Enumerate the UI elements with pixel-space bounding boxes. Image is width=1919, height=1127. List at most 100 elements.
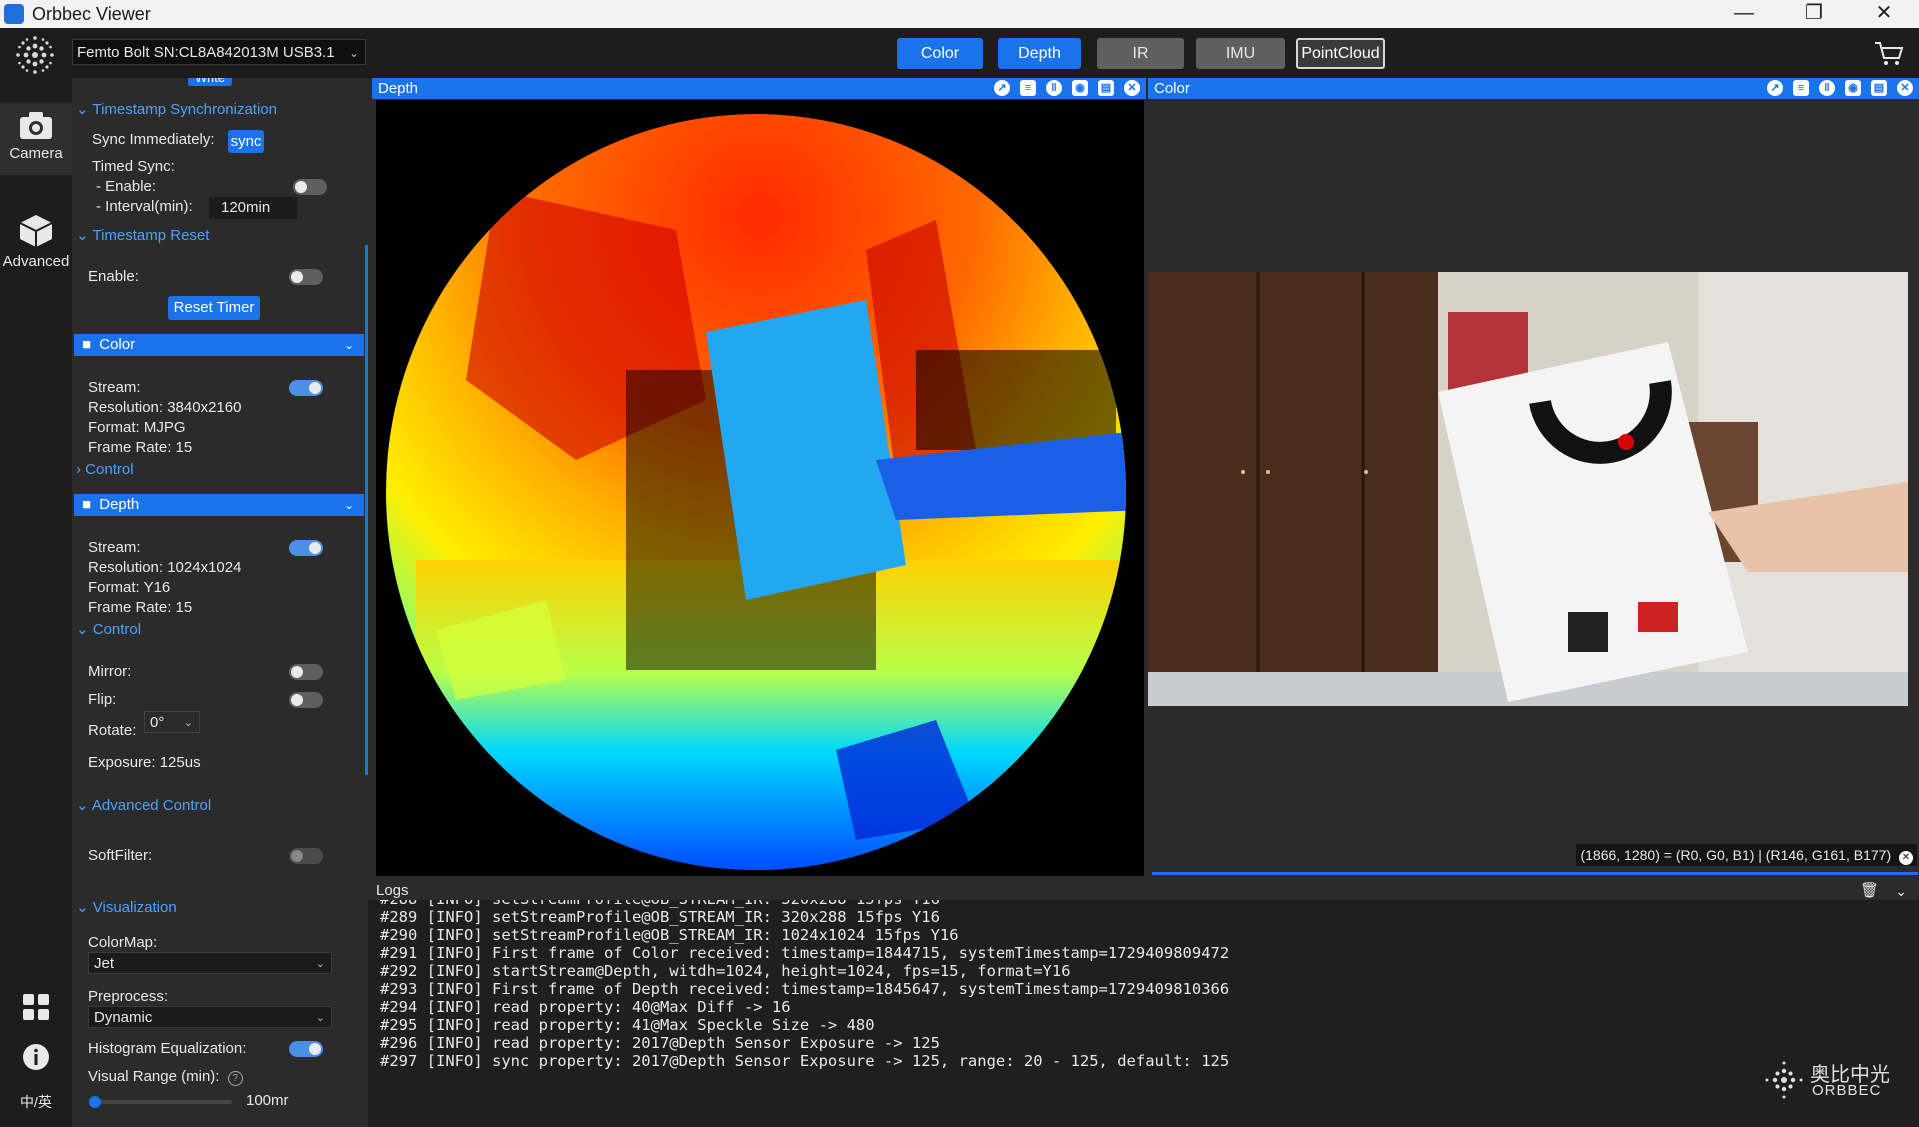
color-control-title: Control (85, 461, 134, 478)
visual-range-slider-track[interactable] (90, 1100, 232, 1104)
rotate-select[interactable]: 0° ⌄ (144, 711, 200, 733)
preprocess-label: Preprocess: (88, 988, 169, 1005)
language-toggle[interactable]: 中/英 (0, 1092, 72, 1112)
trash-icon[interactable]: 🗑 (1860, 882, 1879, 900)
chevron-right-icon: › (76, 461, 86, 478)
timestamp-reset-enable-label: Enable: (88, 268, 139, 285)
chevron-down-icon: ⌄ (76, 797, 92, 814)
depth-stream-toggle[interactable] (289, 540, 323, 556)
histogram-toggle[interactable] (289, 1041, 323, 1057)
flip-label: Flip: (88, 691, 117, 708)
close-button[interactable]: ✕ (1854, 0, 1914, 28)
depth-control-section[interactable]: ⌄ Control (76, 620, 141, 638)
color-section-title: Color (99, 336, 136, 353)
maximize-button[interactable]: ❐ (1784, 0, 1844, 28)
snapshot-icon[interactable]: ◉ (1072, 80, 1088, 96)
chevron-down-icon[interactable]: ⌄ (1895, 882, 1907, 900)
log-line: #296 [INFO] read property: 2017@Depth Se… (380, 1034, 940, 1052)
pointcloud-stream-button[interactable]: PointCloud (1296, 38, 1385, 69)
expand-icon[interactable]: ↗ (994, 80, 1010, 96)
info-panel-icon[interactable]: ≡ (1793, 80, 1809, 96)
window-icon[interactable]: ▤ (1098, 80, 1114, 96)
depth-section-header[interactable]: ■ Depth ⌄ (74, 494, 364, 516)
expand-icon[interactable]: ↗ (1767, 80, 1783, 96)
depth-section-title: Depth (99, 496, 140, 513)
device-select[interactable]: Femto Bolt SN:CL8A842013M USB3.1 ⌄ (72, 39, 366, 65)
visualization-title: Visualization (92, 899, 177, 916)
panel-scrollbar[interactable] (365, 245, 368, 775)
help-icon[interactable]: ? (227, 1071, 243, 1086)
log-line: #290 [INFO] setStreamProfile@OB_STREAM_I… (380, 926, 959, 944)
flip-toggle[interactable] (289, 692, 323, 708)
preprocess-value: Dynamic (94, 1009, 153, 1026)
nav-camera-label: Camera (9, 145, 63, 162)
pause-icon[interactable]: ‖ (1819, 80, 1835, 96)
preprocess-select[interactable]: Dynamic ⌄ (88, 1006, 332, 1028)
close-view-icon[interactable]: ✕ (1897, 80, 1913, 96)
color-view-progress (1152, 872, 1918, 875)
snapshot-icon[interactable]: ◉ (1845, 80, 1861, 96)
nav-advanced-label: Advanced (2, 253, 70, 270)
chevron-down-icon: ⌄ (343, 498, 354, 512)
timestamp-reset-enable-toggle[interactable] (289, 269, 323, 285)
log-line: #294 [INFO] read property: 40@Max Diff -… (380, 998, 791, 1016)
chevron-down-icon: ⌄ (76, 227, 93, 244)
colormap-value: Jet (94, 955, 115, 972)
close-view-icon[interactable]: ✕ (1124, 80, 1140, 96)
depth-view-header: Depth ↗ ≡ ‖ ◉ ▤ ✕ (372, 78, 1146, 99)
visual-range-label: Visual Range (min): ? (88, 1068, 243, 1086)
info-icon[interactable] (22, 1043, 50, 1071)
timed-sync-enable-toggle[interactable] (293, 179, 327, 195)
chevron-down-icon: ⌄ (76, 621, 93, 638)
pause-icon[interactable]: ‖ (1046, 80, 1062, 96)
depth-resolution: Resolution: 1024x1024 (88, 559, 242, 576)
timestamp-reset-section[interactable]: ⌄ Timestamp Reset (76, 226, 209, 244)
log-line: #293 [INFO] First frame of Depth receive… (380, 980, 1230, 998)
color-view-body: (1866, 1280) = (R0, G0, B1) | (R146, G16… (1148, 100, 1919, 876)
depth-stream-button[interactable]: Depth (998, 38, 1081, 69)
visual-range-slider-knob[interactable] (88, 1096, 101, 1108)
chevron-down-icon: ⌄ (76, 899, 93, 916)
nav-advanced[interactable]: Advanced (0, 213, 72, 285)
advanced-control-section[interactable]: ⌄ Advanced Control (76, 796, 211, 814)
depth-frame (386, 114, 1126, 870)
rotate-label: Rotate: (88, 722, 137, 739)
mirror-label: Mirror: (88, 663, 132, 680)
app-icon (4, 4, 24, 24)
visual-range-value: 100mr (246, 1092, 289, 1109)
log-line: #297 [INFO] sync property: 2017@Depth Se… (380, 1052, 1230, 1070)
color-control-section[interactable]: › Control (76, 461, 134, 478)
softfilter-toggle[interactable] (289, 848, 323, 864)
visual-range-spinbox[interactable]: 100mr (240, 1090, 302, 1112)
sync-button[interactable]: sync (228, 130, 264, 153)
imu-stream-button[interactable]: IMU (1196, 38, 1285, 69)
reset-timer-button[interactable]: Reset Timer (168, 296, 260, 320)
nav-camera[interactable]: Camera (0, 103, 72, 175)
shopping-cart-icon[interactable] (1874, 40, 1904, 68)
chevron-down-icon: ⌄ (343, 338, 354, 352)
visual-range-text: Visual Range (min): (88, 1068, 220, 1085)
info-panel-icon[interactable]: ≡ (1020, 80, 1036, 96)
mirror-toggle[interactable] (289, 664, 323, 680)
square-bullet-icon: ■ (82, 496, 92, 513)
color-stream-button[interactable]: Color (897, 38, 983, 69)
log-console[interactable]: #288 [INFO] setStreamProfile@OB_STREAM_I… (368, 900, 1919, 1127)
window-icon[interactable]: ▤ (1871, 80, 1887, 96)
log-line: #289 [INFO] setStreamProfile@OB_STREAM_I… (380, 908, 940, 926)
visualization-section[interactable]: ⌄ Visualization (76, 898, 177, 916)
color-stream-toggle[interactable] (289, 380, 323, 396)
orbbec-watermark: 奥比中光 ORBBEC (1764, 1054, 1914, 1106)
timestamp-sync-section[interactable]: ⌄ Timestamp Synchronization (76, 100, 277, 118)
interval-spinbox[interactable]: 120min (209, 197, 297, 219)
ir-stream-button[interactable]: IR (1097, 38, 1184, 69)
apps-grid-icon[interactable] (22, 993, 50, 1021)
logs-header: Logs 🗑 ⌄ (368, 882, 1919, 900)
rotate-value: 0° (150, 714, 165, 731)
write-button[interactable]: Write (188, 78, 232, 86)
window-title: Orbbec Viewer (32, 4, 151, 24)
minimize-button[interactable]: — (1714, 0, 1774, 28)
colormap-select[interactable]: Jet ⌄ (88, 952, 332, 974)
color-section-header[interactable]: ■ Color ⌄ (74, 334, 364, 356)
close-readout-icon[interactable]: ✕ (1899, 851, 1913, 865)
sync-immediately-label: Sync Immediately: (92, 131, 215, 148)
